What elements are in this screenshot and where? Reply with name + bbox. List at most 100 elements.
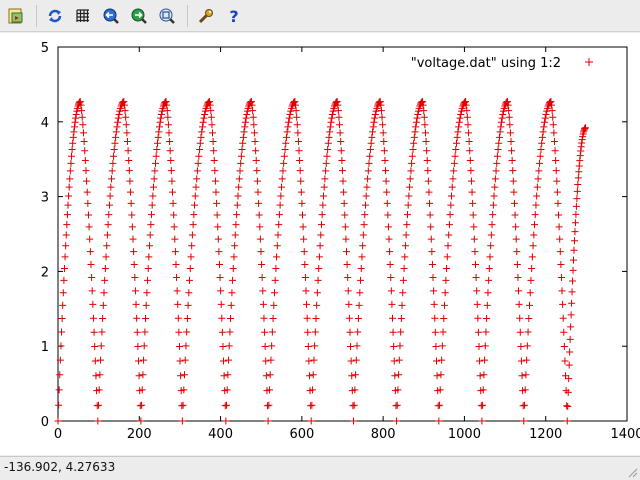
data-point: [384, 211, 392, 219]
options-icon[interactable]: [194, 4, 218, 28]
data-point: [296, 167, 304, 175]
data-point: [485, 276, 493, 284]
data-point: [573, 195, 581, 203]
data-point: [164, 121, 172, 129]
data-point: [530, 231, 538, 239]
zoom-next-icon[interactable]: [127, 4, 151, 28]
data-point: [472, 260, 480, 268]
data-point: [218, 328, 226, 336]
plot-area[interactable]: 0 200 400 600 800 1000 1200 1400 0 1 2 3 4 5 "voltage.…: [0, 33, 640, 455]
data-point: [573, 187, 581, 195]
data-point: [506, 121, 514, 129]
data-point: [108, 175, 116, 183]
data-point: [435, 417, 443, 425]
data-point: [72, 110, 80, 118]
data-point: [200, 114, 208, 122]
grid-icon[interactable]: [71, 4, 95, 28]
data-point: [60, 276, 68, 284]
data-point: [337, 138, 345, 146]
data-point: [574, 174, 582, 182]
data-point: [489, 201, 497, 209]
data-point: [131, 287, 139, 295]
data-point: [560, 328, 568, 336]
data-point: [125, 156, 133, 164]
data-point: [261, 328, 269, 336]
data-point: [64, 201, 72, 209]
data-point: [299, 223, 307, 231]
data-point: [561, 357, 569, 365]
data-point: [550, 138, 558, 146]
data-point: [463, 113, 471, 121]
data-point: [88, 274, 96, 282]
data-point: [58, 315, 66, 323]
data-point: [382, 167, 390, 175]
chart[interactable]: 0 200 400 600 800 1000 1200 1400 0 1 2 3 4 5 "voltage.…: [0, 33, 640, 455]
data-point: [175, 343, 183, 351]
data-point: [565, 361, 573, 369]
data-point: [539, 128, 547, 136]
data-point: [137, 417, 145, 425]
autoscale-icon[interactable]: [155, 4, 179, 28]
y-tick-label: 5: [41, 41, 49, 56]
data-point: [82, 167, 90, 175]
data-point: [309, 371, 317, 379]
data-point: [431, 328, 439, 336]
data-point: [145, 253, 153, 261]
data-point: [149, 192, 157, 200]
data-point: [178, 417, 186, 425]
data-point: [138, 401, 146, 409]
data-point: [387, 287, 395, 295]
data-point: [428, 248, 436, 256]
data-point: [197, 133, 205, 141]
data-point: [211, 167, 219, 175]
data-point: [115, 110, 123, 118]
data-point: [321, 175, 329, 183]
data-point: [310, 356, 318, 364]
data-point: [335, 113, 343, 121]
data-point: [315, 253, 323, 261]
data-point: [480, 371, 488, 379]
data-point: [268, 342, 276, 350]
data-point: [369, 128, 377, 136]
data-point: [311, 342, 319, 350]
data-point: [55, 401, 63, 409]
data-point: [337, 147, 345, 155]
data-point: [520, 401, 528, 409]
data-point: [220, 372, 228, 380]
data-point: [426, 211, 434, 219]
data-point: [326, 123, 334, 131]
data-point: [444, 242, 452, 250]
data-point: [354, 328, 362, 336]
data-point: [272, 264, 280, 272]
data-point: [340, 199, 348, 207]
help-icon[interactable]: ?: [222, 4, 246, 28]
data-point: [495, 139, 503, 147]
data-point: [338, 167, 346, 175]
data-point: [387, 274, 395, 282]
data-point: [446, 211, 454, 219]
data-point: [187, 253, 195, 261]
data-point: [493, 152, 501, 160]
data-point: [403, 221, 411, 229]
x-tick-label: 800: [371, 427, 396, 442]
resize-grip-icon[interactable]: [626, 466, 638, 478]
data-point: [152, 152, 160, 160]
data-point: [148, 201, 156, 209]
data-point: [572, 202, 580, 210]
data-point: [126, 177, 134, 185]
data-point: [179, 401, 187, 409]
export-icon[interactable]: [4, 4, 28, 28]
data-point: [450, 159, 458, 167]
replot-icon[interactable]: [43, 4, 67, 28]
data-point: [551, 147, 559, 155]
data-point: [491, 183, 499, 191]
zoom-previous-icon[interactable]: [99, 4, 123, 28]
data-point: [568, 299, 576, 307]
data-point: [535, 167, 543, 175]
data-point: [398, 301, 406, 309]
data-point: [540, 123, 548, 131]
data-point: [254, 188, 262, 196]
data-point: [171, 235, 179, 243]
data-point: [146, 242, 154, 250]
data-point: [185, 289, 193, 297]
